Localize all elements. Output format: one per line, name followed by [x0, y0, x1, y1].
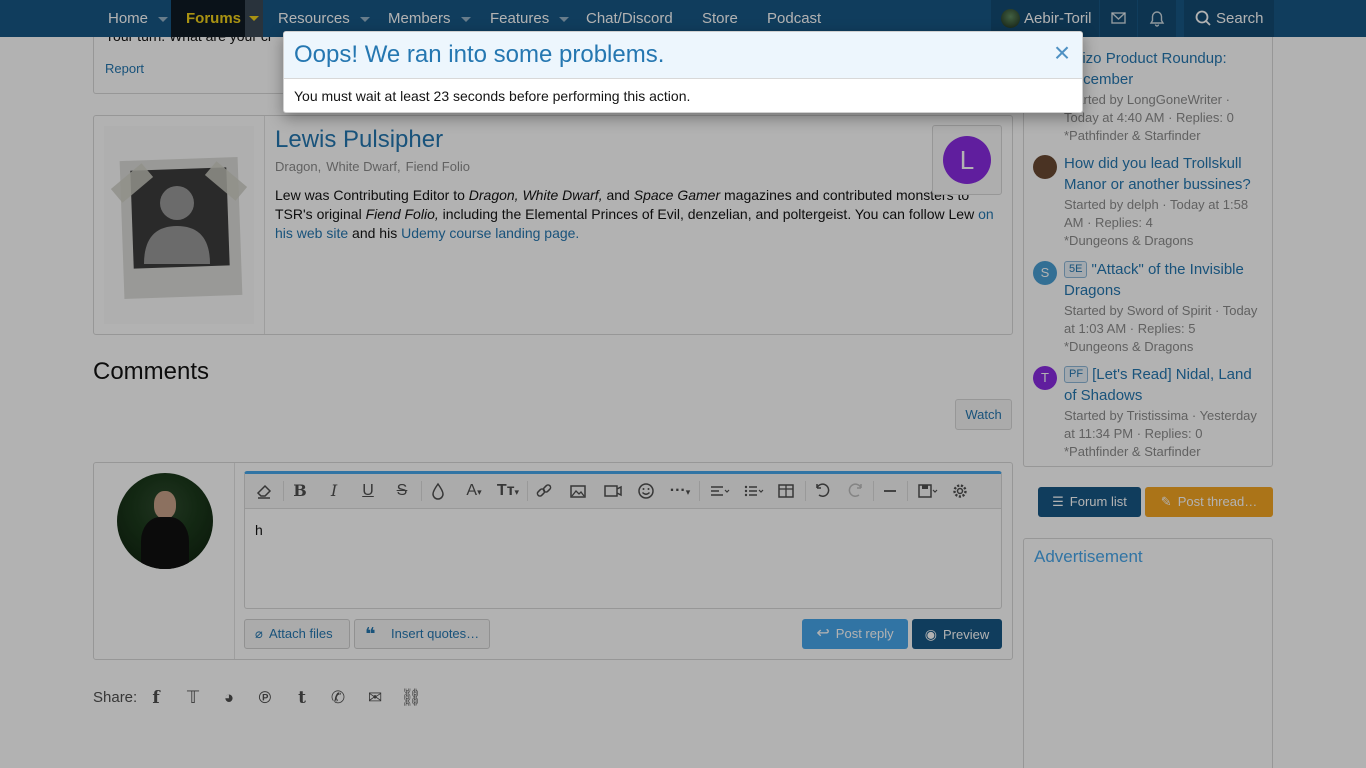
error-dialog-message: You must wait at least 23 seconds before… — [294, 88, 691, 104]
close-icon[interactable]: × — [1051, 38, 1073, 68]
error-dialog: Oops! We ran into some problems. × You m… — [283, 31, 1083, 113]
error-dialog-header: Oops! We ran into some problems. × — [284, 32, 1082, 79]
modal-backdrop[interactable] — [0, 0, 1366, 768]
error-dialog-title: Oops! We ran into some problems. — [294, 41, 665, 68]
